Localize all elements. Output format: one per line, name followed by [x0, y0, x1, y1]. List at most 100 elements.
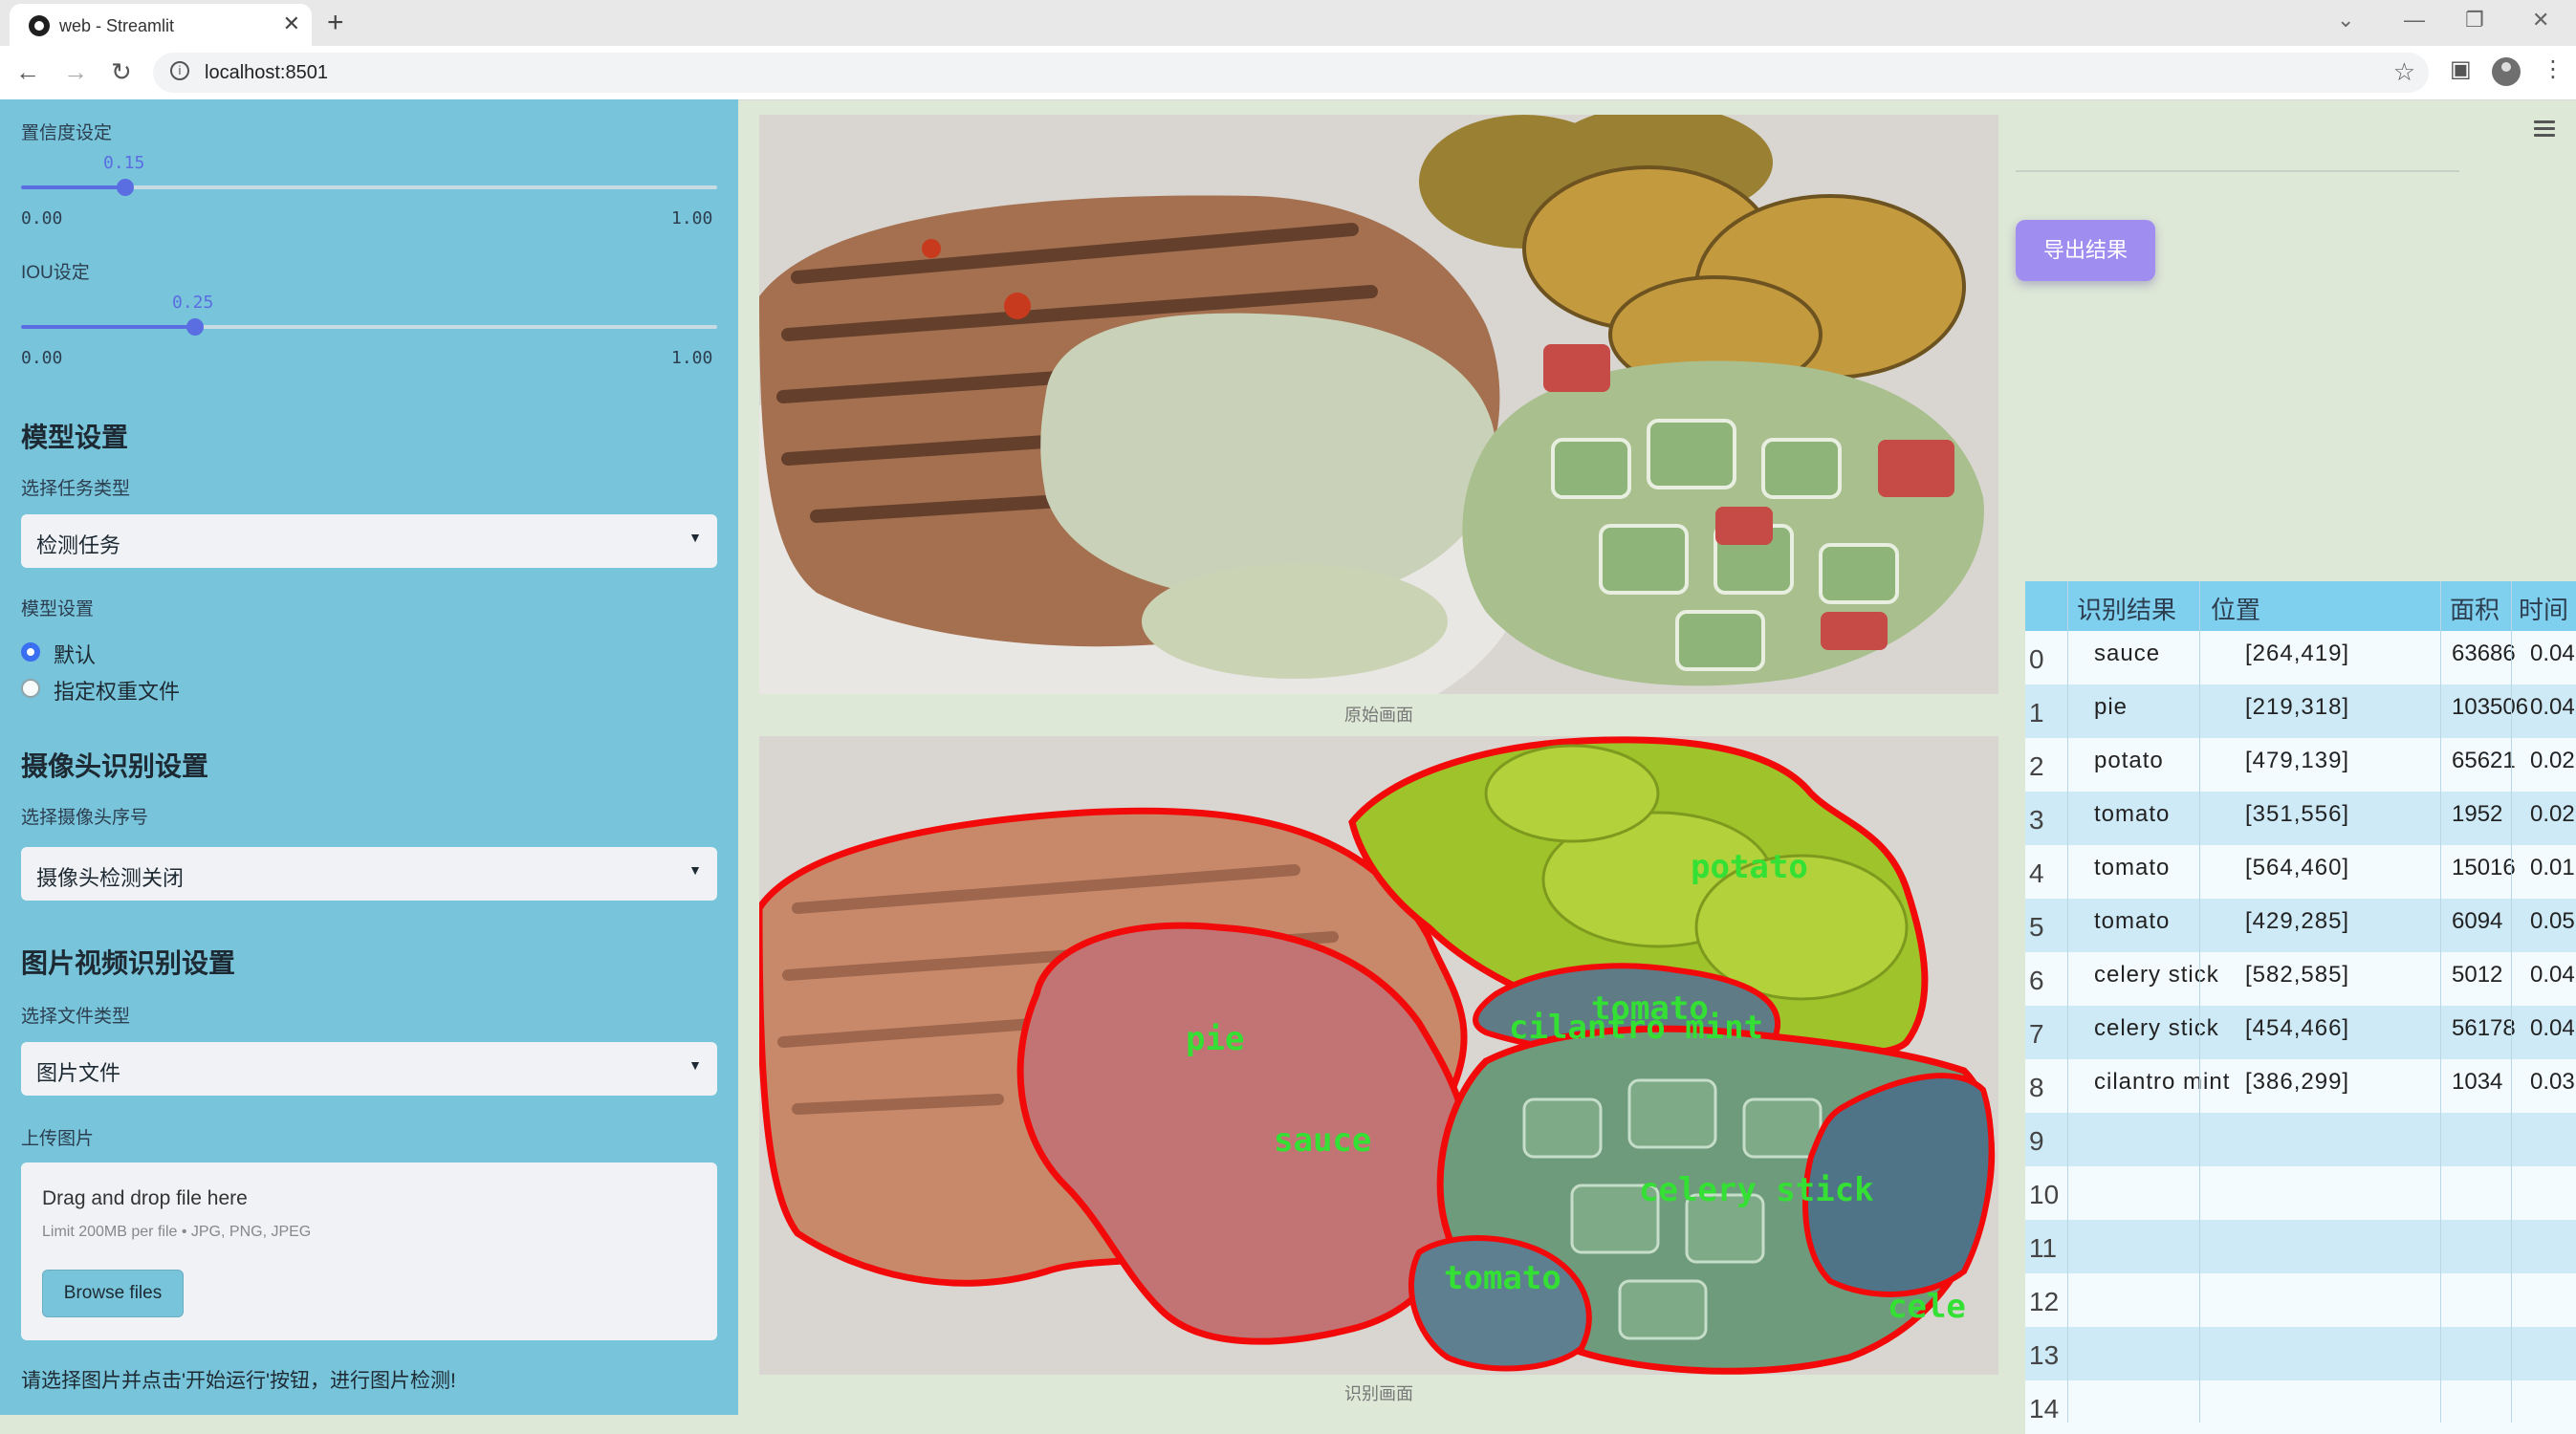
cell-time: 0.02 — [2530, 748, 2575, 773]
model-section-heading: 模型设置 — [21, 423, 129, 452]
media-section-heading: 图片视频识别设置 — [21, 948, 236, 978]
radio-default-label[interactable]: 默认 — [54, 639, 96, 669]
forward-arrow-icon[interactable]: → — [63, 57, 88, 87]
browser-tab[interactable]: web - Streamlit ✕ — [10, 4, 312, 46]
profile-avatar-icon[interactable] — [2492, 57, 2521, 86]
label-potato: potato — [1691, 848, 1808, 886]
address-bar[interactable]: i localhost:8501 ☆ — [153, 53, 2429, 93]
divider — [2016, 170, 2459, 172]
export-results-button[interactable]: 导出结果 — [2016, 220, 2155, 281]
label-celery-stick: celery stick — [1639, 1171, 1874, 1209]
cell-area: 63686 — [2452, 641, 2516, 666]
task-type-select[interactable]: 检测任务 ▼ — [21, 514, 717, 568]
cell-position: [429,285] — [2245, 908, 2350, 934]
file-type-value: 图片文件 — [36, 1061, 121, 1085]
row-index: 12 — [2029, 1287, 2060, 1316]
original-image — [759, 115, 1998, 694]
table-row[interactable]: 5 tomato [429,285] 6094 0.05 — [2025, 899, 2576, 952]
iou-slider-thumb[interactable] — [186, 318, 204, 336]
cell-position: [264,419] — [2245, 641, 2350, 666]
confidence-slider[interactable] — [21, 179, 717, 196]
iou-min: 0.00 — [21, 348, 63, 368]
row-index: 14 — [2029, 1394, 2060, 1423]
chevron-down-icon: ▼ — [688, 530, 702, 545]
radio-custom-weights[interactable] — [21, 679, 40, 698]
cell-time: 0.04 — [2530, 641, 2575, 666]
cell-position: [386,299] — [2245, 1069, 2350, 1095]
column-divider — [2511, 581, 2512, 1423]
browser-tab-bar: web - Streamlit ✕ + ⌄ — ❐ ✕ — [0, 0, 2576, 46]
task-type-value: 检测任务 — [36, 533, 121, 557]
table-row[interactable]: 12 — [2025, 1273, 2576, 1327]
table-row[interactable]: 6 celery stick [582,585] 5012 0.04 — [2025, 952, 2576, 1006]
table-row[interactable]: 9 — [2025, 1113, 2576, 1166]
bookmark-star-icon[interactable]: ☆ — [2393, 57, 2415, 87]
side-panel-icon[interactable]: ▣ — [2450, 55, 2472, 83]
cell-area: 15016 — [2452, 855, 2516, 880]
cell-position: [564,460] — [2245, 855, 2350, 880]
confidence-value: 0.15 — [103, 153, 145, 173]
new-tab-button[interactable]: + — [327, 6, 344, 40]
cell-area: 56178 — [2452, 1015, 2516, 1041]
main-menu-icon[interactable] — [2534, 120, 2555, 141]
browser-menu-icon[interactable]: ⋮ — [2542, 55, 2565, 83]
iou-slider[interactable] — [21, 318, 717, 336]
table-row[interactable]: 2 potato [479,139] 65621 0.02 — [2025, 738, 2576, 792]
row-index: 5 — [2029, 912, 2044, 942]
file-type-select[interactable]: 图片文件 ▼ — [21, 1042, 717, 1096]
table-row[interactable]: 14 — [2025, 1380, 2576, 1434]
cell-result: celery stick — [2094, 1015, 2219, 1041]
row-index: 7 — [2029, 1019, 2044, 1049]
cell-time: 0.02 — [2530, 801, 2575, 827]
minimize-window-icon[interactable]: — — [2404, 8, 2425, 33]
cell-position: [479,139] — [2245, 748, 2350, 773]
reload-icon[interactable]: ↻ — [111, 57, 132, 87]
header-area[interactable]: 面积 — [2450, 591, 2500, 626]
cell-area: 103506 — [2452, 694, 2529, 720]
table-header: 识别结果 位置 面积 时间 — [2025, 581, 2576, 631]
browse-files-button[interactable]: Browse files — [42, 1270, 184, 1317]
confidence-label: 置信度设定 — [21, 123, 113, 143]
table-row[interactable]: 0 sauce [264,419] 63686 0.04 — [2025, 631, 2576, 684]
row-index: 4 — [2029, 858, 2044, 888]
close-window-icon[interactable]: ✕ — [2532, 8, 2549, 33]
restore-window-icon[interactable]: ❐ — [2465, 8, 2484, 33]
header-time[interactable]: 时间 — [2519, 591, 2568, 626]
radio-custom-weights-label[interactable]: 指定权重文件 — [54, 675, 180, 706]
table-row[interactable]: 8 cilantro mint [386,299] 1034 0.03 — [2025, 1059, 2576, 1113]
tab-search-chevron-icon[interactable]: ⌄ — [2337, 8, 2354, 33]
confidence-min: 0.00 — [21, 208, 63, 228]
table-row[interactable]: 4 tomato [564,460] 15016 0.01 — [2025, 845, 2576, 899]
table-row[interactable]: 3 tomato [351,556] 1952 0.02 — [2025, 792, 2576, 845]
cell-area: 1952 — [2452, 801, 2503, 827]
label-cele: cele — [1888, 1288, 1966, 1326]
header-position[interactable]: 位置 — [2211, 591, 2260, 626]
table-row[interactable]: 7 celery stick [454,466] 56178 0.04 — [2025, 1006, 2576, 1059]
cell-time: 0.01 — [2530, 855, 2575, 880]
camera-index-select[interactable]: 摄像头检测关闭 ▼ — [21, 847, 717, 901]
confidence-slider-thumb[interactable] — [117, 179, 135, 196]
row-index: 1 — [2029, 698, 2044, 728]
header-result[interactable]: 识别结果 — [2077, 591, 2176, 626]
table-row[interactable]: 10 — [2025, 1166, 2576, 1220]
dropzone-title: Drag and drop file here — [42, 1187, 248, 1209]
back-arrow-icon[interactable]: ← — [15, 57, 40, 87]
row-index: 3 — [2029, 805, 2044, 835]
iou-max: 1.00 — [671, 348, 713, 368]
row-index: 11 — [2029, 1233, 2058, 1263]
url-text[interactable]: localhost:8501 — [205, 62, 328, 84]
cell-position: [582,585] — [2245, 962, 2350, 988]
table-row[interactable]: 11 — [2025, 1220, 2576, 1273]
cell-result: celery stick — [2094, 962, 2219, 988]
row-index: 6 — [2029, 966, 2044, 995]
close-tab-icon[interactable]: ✕ — [283, 11, 300, 36]
radio-default[interactable] — [21, 642, 40, 662]
cell-result: sauce — [2094, 641, 2161, 666]
site-info-icon[interactable]: i — [170, 61, 189, 80]
table-row[interactable]: 1 pie [219,318] 103506 0.04 — [2025, 684, 2576, 738]
table-row[interactable]: 13 — [2025, 1327, 2576, 1380]
file-dropzone[interactable]: Drag and drop file here Limit 200MB per … — [21, 1162, 717, 1340]
upload-label: 上传图片 — [21, 1129, 95, 1149]
cell-area: 6094 — [2452, 908, 2503, 934]
row-index: 10 — [2029, 1180, 2060, 1209]
